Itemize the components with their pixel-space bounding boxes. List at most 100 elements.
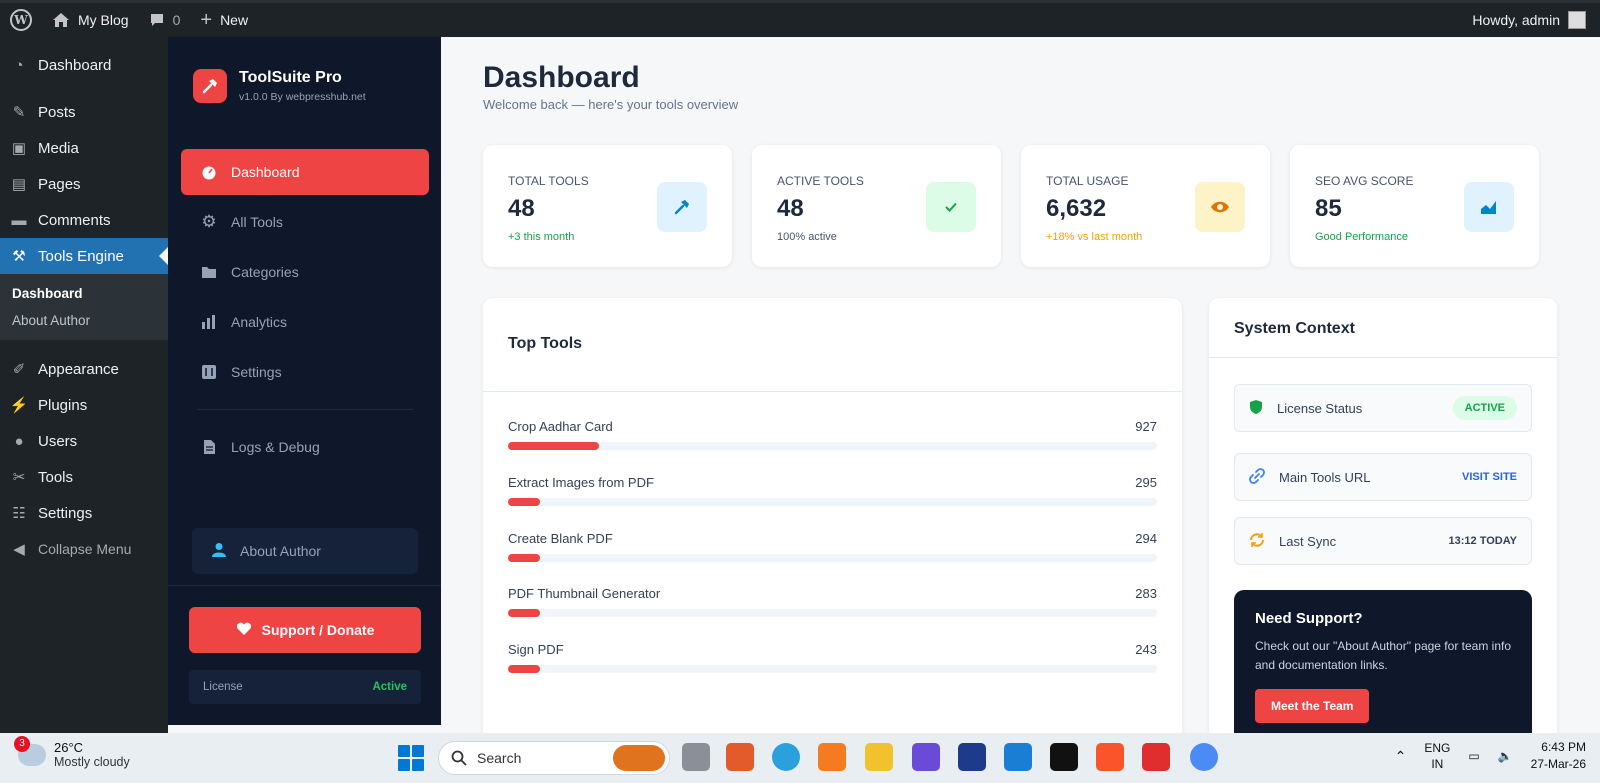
folder-icon — [201, 264, 217, 280]
meet-the-team-button[interactable]: Meet the Team — [1255, 689, 1370, 723]
brush-icon: ✐ — [12, 361, 26, 378]
menu-plugins[interactable]: ⚡ Plugins — [0, 387, 168, 423]
language-indicator[interactable]: ENG IN — [1424, 740, 1450, 772]
pin-icon: ✎ — [12, 104, 26, 121]
wrench-icon: ✂ — [12, 469, 26, 486]
chevron-up-icon[interactable]: ⌃ — [1395, 748, 1407, 765]
nav-settings[interactable]: Settings — [181, 349, 429, 395]
top-tool-row[interactable]: Extract Images from PDF 295 — [508, 475, 1157, 515]
capcut-icon[interactable] — [1050, 743, 1078, 771]
search-highlight-icon — [613, 745, 665, 771]
new-content-link[interactable]: + New — [190, 3, 258, 37]
weather-text: Mostly cloudy — [54, 755, 130, 769]
page-title: Dashboard — [483, 61, 640, 94]
top-tool-row[interactable]: Crop Aadhar Card 927 — [508, 419, 1157, 459]
usage-bar — [508, 498, 541, 506]
plugin-sidebar: ToolSuite Pro v1.0.0 By webpresshub.net … — [168, 37, 441, 725]
collapse-menu-button[interactable]: ◀ Collapse Menu — [0, 531, 168, 567]
network-icon[interactable]: ▭ — [1468, 749, 1479, 763]
menu-posts[interactable]: ✎ Posts — [0, 94, 168, 130]
chrome-icon[interactable] — [1190, 743, 1218, 771]
system-tray: ⌃ ENG IN ▭ 🔈 6:43 PM 27-Mar-26 — [1395, 739, 1586, 773]
search-label: Search — [477, 750, 522, 766]
menu-settings[interactable]: ☷ Settings — [0, 495, 168, 531]
language-code: ENG — [1424, 741, 1451, 755]
tool-count: 294 — [1135, 531, 1157, 546]
windows-taskbar: 3 26°C Mostly cloudy Search ⌃ ENG IN ▭ 🔈… — [0, 733, 1600, 783]
submenu-about-author[interactable]: About Author — [0, 307, 168, 334]
nav-divider — [197, 409, 413, 410]
last-sync-value: 13:12 TODAY — [1448, 535, 1517, 547]
plugin-nav: Dashboard ⚙ All Tools Categories Analyti… — [181, 149, 429, 474]
my-account-link[interactable]: Howdy, admin — [1472, 11, 1600, 29]
dashboard-icon: ◔ — [14, 56, 24, 74]
stat-card-seo-score: SEO AVG SCORE 85 Good Performance — [1290, 145, 1539, 267]
support-donate-button[interactable]: Support / Donate — [189, 607, 421, 653]
start-button[interactable] — [398, 745, 424, 771]
menu-label: Comments — [38, 211, 111, 229]
about-author-link[interactable]: About Author — [192, 528, 418, 574]
menu-dashboard[interactable]: ◔ Dashboard — [0, 47, 168, 83]
tool-name: Sign PDF — [508, 642, 564, 657]
comments-count: 0 — [172, 12, 181, 28]
vpn-app-icon[interactable] — [912, 743, 940, 771]
brave-icon[interactable] — [1096, 743, 1124, 771]
main-tools-url-row: Main Tools URL VISIT SITE — [1234, 453, 1532, 501]
weather-widget[interactable]: 3 26°C Mostly cloudy — [14, 735, 130, 769]
menu-tools-engine[interactable]: ⚒ Tools Engine — [0, 238, 168, 274]
nav-analytics[interactable]: Analytics — [181, 299, 429, 345]
cloud-icon: 3 — [14, 735, 46, 766]
stat-value: 48 — [508, 195, 535, 222]
clock[interactable]: 6:43 PM 27-Mar-26 — [1531, 739, 1586, 773]
camera-app-icon[interactable] — [726, 743, 754, 771]
vscode-icon[interactable] — [1004, 743, 1032, 771]
nav-label: All Tools — [231, 214, 283, 230]
top-tool-row[interactable]: Sign PDF 243 — [508, 642, 1157, 682]
nav-all-tools[interactable]: ⚙ All Tools — [181, 199, 429, 245]
nav-dashboard[interactable]: Dashboard — [181, 149, 429, 195]
taskbar-search[interactable]: Search — [438, 741, 670, 775]
top-tools-card: Top Tools Crop Aadhar Card 927 Extract I… — [483, 298, 1182, 733]
nav-categories[interactable]: Categories — [181, 249, 429, 295]
hammer-icon — [657, 182, 707, 232]
page-subtitle: Welcome back — here's your tools overvie… — [483, 97, 739, 112]
sidebar-divider — [168, 585, 441, 586]
usage-bar — [508, 554, 541, 562]
sliders-icon — [201, 364, 217, 380]
comments-link[interactable]: 0 — [139, 3, 191, 37]
settings-icon: ☷ — [12, 505, 26, 522]
task-view-icon[interactable] — [682, 743, 710, 771]
usage-bar — [508, 442, 599, 450]
tool-name: Extract Images from PDF — [508, 475, 654, 490]
nav-logs-debug[interactable]: Logs & Debug — [181, 424, 429, 470]
site-name-link[interactable]: My Blog — [42, 3, 139, 37]
telegram-icon[interactable] — [772, 743, 800, 771]
wp-admin-menu: ◔ Dashboard ✎ Posts ▣ Media ▤ Pages ▬ Comment… — [0, 37, 168, 733]
app-launcher-icon[interactable] — [958, 743, 986, 771]
about-author-label: About Author — [240, 543, 321, 559]
xampp-icon[interactable] — [818, 743, 846, 771]
volume-icon[interactable]: 🔈 — [1498, 749, 1513, 763]
stat-label: TOTAL TOOLS — [508, 174, 589, 188]
wordpress-logo-button[interactable]: W — [0, 3, 42, 37]
document-icon — [201, 439, 217, 455]
file-explorer-icon[interactable] — [865, 743, 893, 771]
main-content: Dashboard Welcome back — here's your too… — [441, 37, 1600, 733]
top-tool-row[interactable]: Create Blank PDF 294 — [508, 531, 1157, 571]
stat-label: ACTIVE TOOLS — [777, 174, 864, 188]
menu-appearance[interactable]: ✐ Appearance — [0, 351, 168, 387]
anydesk-icon[interactable] — [1142, 743, 1170, 771]
menu-users[interactable]: ● Users — [0, 423, 168, 459]
menu-media[interactable]: ▣ Media — [0, 130, 168, 166]
menu-pages[interactable]: ▤ Pages — [0, 166, 168, 202]
submenu-dashboard[interactable]: Dashboard — [0, 280, 168, 307]
menu-comments[interactable]: ▬ Comments — [0, 202, 168, 238]
menu-tools[interactable]: ✂ Tools — [0, 459, 168, 495]
user-icon — [212, 542, 226, 561]
visit-site-link[interactable]: VISIT SITE — [1462, 471, 1517, 483]
donate-label: Support / Donate — [261, 622, 375, 638]
support-title: Need Support? — [1255, 610, 1363, 627]
stat-note: +3 this month — [508, 231, 575, 243]
top-tool-row[interactable]: PDF Thumbnail Generator 283 — [508, 586, 1157, 626]
menu-label: Dashboard — [38, 56, 112, 74]
